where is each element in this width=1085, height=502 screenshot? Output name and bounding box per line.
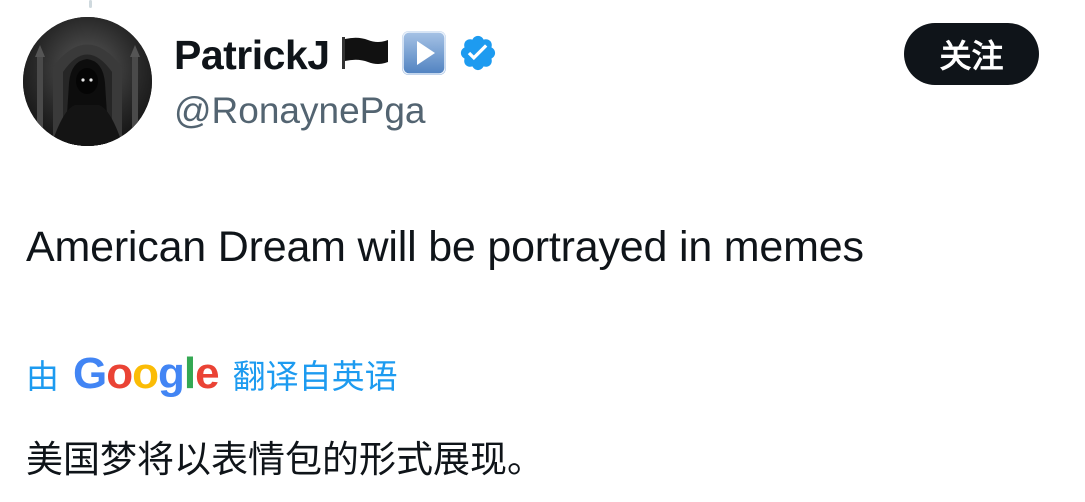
translation-prefix: 由 <box>26 357 59 396</box>
google-logo-letter: o <box>106 349 133 398</box>
translated-tweet-text: 美国梦将以表情包的形式展现。 <box>26 438 544 481</box>
avatar-image <box>23 17 152 146</box>
google-logo-letter: e <box>195 349 220 398</box>
follow-button[interactable]: 关注 <box>904 23 1039 85</box>
google-logo-letter: l <box>183 349 196 398</box>
avatar[interactable] <box>23 17 152 146</box>
black-flag-icon <box>340 35 390 76</box>
google-logo-letter: o <box>132 349 159 398</box>
author-display-name[interactable]: PatrickJ <box>174 34 330 76</box>
google-logo-letter: G <box>73 349 107 398</box>
translation-attribution[interactable]: 由 Google 翻译自英语 <box>26 345 398 403</box>
google-logo-letter: g <box>158 349 185 398</box>
translation-suffix: 翻译自英语 <box>232 357 398 396</box>
play-button-icon <box>400 29 448 82</box>
google-logo: Google <box>73 349 220 398</box>
tweet-text: American Dream will be portrayed in meme… <box>26 223 864 271</box>
author-name-row[interactable]: PatrickJ <box>174 27 498 83</box>
thread-connector-line <box>89 0 92 8</box>
verified-badge-icon <box>458 33 498 78</box>
author-handle[interactable]: @RonaynePga <box>174 89 426 133</box>
